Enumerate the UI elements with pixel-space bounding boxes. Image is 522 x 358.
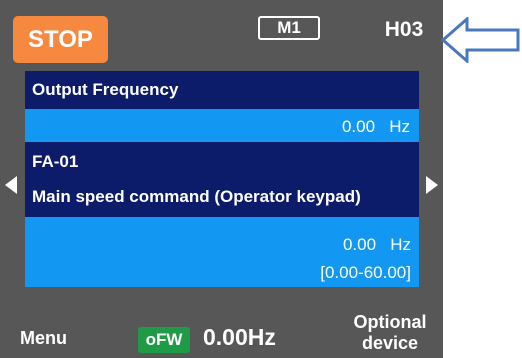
left-arrow-icon[interactable] (4, 175, 18, 195)
stop-button[interactable]: STOP (13, 16, 108, 63)
monitor-value: 0.00 (341, 117, 376, 136)
monitor-title: Output Frequency (25, 71, 419, 109)
parameter-value: 0.00 (342, 235, 377, 254)
display-code: H03 (384, 18, 424, 41)
monitor-title-text: Output Frequency (32, 80, 179, 99)
parameter-code: FA-01 (32, 152, 79, 171)
motor-badge: M1 (258, 16, 320, 40)
frequency-readout: 0.00Hz (203, 324, 276, 350)
soft-key-bar: Menu oFW 0.00Hz Optional device (0, 300, 443, 358)
optional-device-softkey[interactable]: Optional device (345, 312, 435, 354)
parameter-range: [0.00-60.00] (320, 263, 411, 282)
parameter-value-box[interactable]: 0.00 Hz [0.00-60.00] (25, 217, 419, 287)
parameter-value-line: 0.00 Hz (25, 231, 411, 259)
menu-softkey[interactable]: Menu (20, 328, 67, 349)
pointer-arrow-icon (441, 17, 520, 63)
optional-line-1: Optional (353, 312, 427, 332)
parameter-header[interactable]: FA-01 Main speed command (Operator keypa… (25, 142, 419, 217)
optional-line-2: device (361, 333, 419, 353)
monitor-unit: Hz (389, 117, 410, 136)
right-arrow-icon[interactable] (425, 175, 439, 195)
parameter-unit: Hz (390, 235, 411, 254)
status-badge: oFW (138, 327, 190, 353)
operator-display: STOP M1 H03 Output Frequency 0.00 Hz FA-… (0, 0, 443, 358)
parameter-description: Main speed command (Operator keypad) (32, 187, 361, 206)
monitor-value-row: 0.00 Hz (25, 109, 419, 142)
